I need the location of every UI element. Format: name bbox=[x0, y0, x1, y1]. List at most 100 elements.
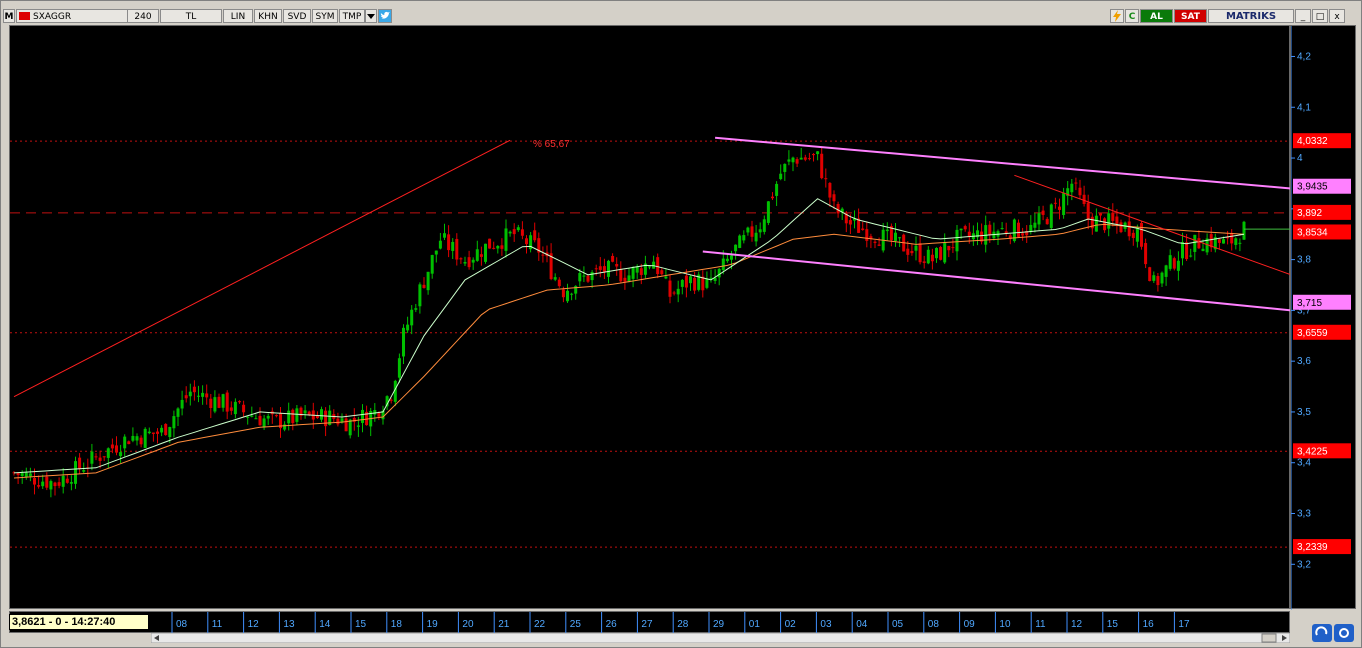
candle-body bbox=[262, 418, 266, 428]
candle-body bbox=[16, 473, 20, 476]
x-tick-label: 26 bbox=[606, 619, 618, 630]
candle-body bbox=[65, 478, 69, 483]
x-tick-label: 29 bbox=[713, 619, 725, 630]
candle-body bbox=[508, 231, 512, 234]
candle-body bbox=[680, 279, 684, 287]
lightning-icon[interactable] bbox=[1110, 9, 1124, 23]
candle-body bbox=[164, 423, 168, 436]
candle-body bbox=[303, 410, 307, 414]
candle-body bbox=[233, 401, 237, 415]
candle-body bbox=[1086, 202, 1090, 220]
symbol-field[interactable]: SXAGGR bbox=[16, 9, 136, 23]
close-icon[interactable]: x bbox=[1329, 9, 1345, 23]
candle-body bbox=[492, 247, 496, 249]
candle-body bbox=[1049, 204, 1053, 228]
candle-body bbox=[53, 482, 57, 487]
chart-logo-icon[interactable]: M bbox=[3, 9, 15, 23]
candle-body bbox=[525, 238, 528, 245]
candle-body bbox=[33, 478, 36, 485]
candle-body bbox=[1045, 218, 1049, 225]
c-icon[interactable]: C bbox=[1125, 9, 1139, 23]
sell-button[interactable]: SAT bbox=[1174, 9, 1207, 23]
candle-body bbox=[1230, 232, 1234, 244]
lin-button[interactable]: LIN bbox=[223, 9, 253, 23]
x-tick-label: 12 bbox=[1071, 619, 1083, 630]
candle-body bbox=[1037, 213, 1041, 225]
candle-body bbox=[570, 293, 574, 295]
candle-body bbox=[1000, 228, 1004, 230]
candle-body bbox=[250, 415, 254, 417]
candle-body bbox=[676, 288, 680, 295]
scroll-thumb[interactable] bbox=[1261, 633, 1277, 643]
khn-button[interactable]: KHN bbox=[254, 9, 282, 23]
x-tick-label: 11 bbox=[1035, 619, 1046, 630]
candle-body bbox=[57, 482, 61, 486]
candle-body bbox=[795, 159, 799, 164]
candle-body bbox=[123, 436, 127, 449]
candle-body bbox=[74, 461, 77, 484]
candle-body bbox=[287, 410, 291, 424]
candle-body bbox=[701, 276, 705, 291]
sym-button[interactable]: SYM bbox=[312, 9, 338, 23]
candle-body bbox=[922, 261, 926, 263]
candle-body bbox=[824, 178, 828, 180]
candle-body bbox=[1135, 227, 1139, 242]
chart-toolbar: M SXAGGR 240 TL LIN KHN SVD SYM TMP C AL… bbox=[3, 9, 1357, 24]
x-tick-label: 16 bbox=[1143, 619, 1155, 630]
tmp-button[interactable]: TMP bbox=[339, 9, 365, 23]
price-label: 3,4225 bbox=[1297, 446, 1328, 457]
svd-button[interactable]: SVD bbox=[283, 9, 311, 23]
price-label: 3,9435 bbox=[1297, 182, 1328, 193]
candle-body bbox=[705, 278, 709, 288]
candle-body bbox=[447, 234, 451, 251]
dropdown-arrow-icon[interactable] bbox=[365, 9, 377, 23]
candle-body bbox=[197, 395, 200, 397]
candle-body bbox=[434, 250, 438, 255]
candle-body bbox=[955, 229, 959, 252]
chart-tools bbox=[1311, 623, 1355, 643]
candle-body bbox=[1082, 194, 1086, 205]
candle-body bbox=[939, 246, 943, 260]
price-axis[interactable]: 3,23,33,43,53,63,73,83,944,14,24,03323,9… bbox=[1290, 25, 1356, 610]
y-tick-label: 4,1 bbox=[1297, 102, 1311, 113]
candle-body bbox=[566, 290, 569, 302]
minimize-icon[interactable]: _ bbox=[1295, 9, 1311, 23]
candle-body bbox=[1099, 213, 1102, 216]
maximize-icon[interactable]: □ bbox=[1312, 9, 1328, 23]
time-axis-svg: 08 11 12 13 14 15 18 19 20 21 22 25 26 27 28 29 01 02 03 04… bbox=[171, 612, 1190, 634]
candle-body bbox=[1168, 255, 1172, 269]
candle-body bbox=[274, 415, 278, 417]
candle-body bbox=[217, 396, 221, 408]
x-tick-label: 21 bbox=[498, 619, 510, 630]
y-tick-label: 3,8 bbox=[1297, 255, 1311, 266]
ma-short-line bbox=[13, 198, 1245, 474]
candle-body bbox=[619, 269, 623, 282]
candle-body bbox=[143, 428, 147, 448]
candle-body bbox=[471, 259, 475, 263]
candle-body bbox=[1193, 234, 1197, 252]
candle-body bbox=[766, 201, 770, 223]
price-chart-svg[interactable]: % 65,67 bbox=[10, 26, 1291, 610]
candle-body bbox=[947, 245, 951, 251]
x-tick-label: 28 bbox=[677, 619, 689, 630]
candle-body bbox=[516, 227, 520, 231]
candle-body bbox=[1074, 182, 1078, 184]
buy-button[interactable]: AL bbox=[1140, 9, 1173, 23]
candle-body bbox=[467, 257, 471, 268]
horizontal-scrollbar[interactable] bbox=[150, 632, 1291, 644]
twitter-bird-icon[interactable] bbox=[378, 9, 392, 23]
time-axis[interactable]: 08 11 12 13 14 15 18 19 20 21 22 25 26 27 28 29 01 02 03 04… bbox=[9, 611, 1290, 634]
candle-body bbox=[201, 392, 205, 397]
price-chart[interactable]: % 65,67 bbox=[9, 25, 1291, 610]
candle-body bbox=[69, 482, 73, 484]
candle-body bbox=[1115, 216, 1119, 224]
flag-icon bbox=[19, 12, 30, 20]
settings-icon[interactable] bbox=[1334, 624, 1354, 642]
candle-body bbox=[1021, 233, 1025, 236]
period-button[interactable]: 240 bbox=[127, 9, 159, 23]
candle-body bbox=[254, 418, 258, 420]
currency-button[interactable]: TL bbox=[160, 9, 222, 23]
candle-body bbox=[578, 273, 582, 282]
candle-body bbox=[188, 391, 192, 397]
candle-body bbox=[898, 237, 902, 239]
